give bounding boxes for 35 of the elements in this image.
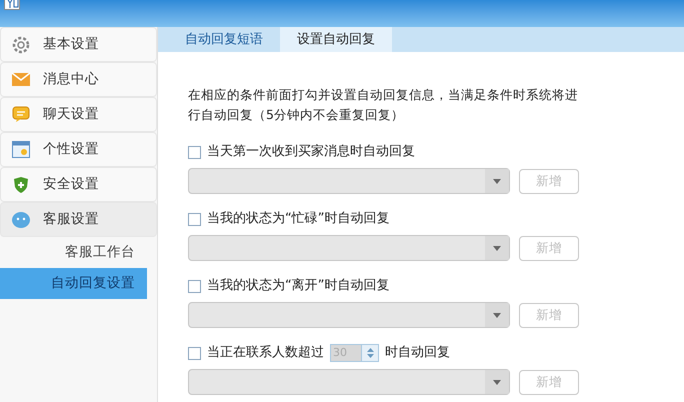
shield-icon xyxy=(13,176,29,194)
sidebar-item[interactable]: 基本设置 xyxy=(0,27,157,62)
reply-dropdown[interactable] xyxy=(188,369,510,395)
caret-icon xyxy=(493,178,501,184)
caret-icon xyxy=(493,246,501,250)
gear-icon xyxy=(12,36,30,54)
chat-icon xyxy=(12,106,30,123)
caret-icon xyxy=(493,380,501,384)
sidebar-item[interactable]: 个性设置 xyxy=(0,132,157,167)
window-icon xyxy=(12,141,30,158)
app-icon xyxy=(4,0,20,10)
reply-dropdown[interactable] xyxy=(188,302,510,328)
checkbox[interactable] xyxy=(188,346,201,360)
checkbox[interactable] xyxy=(188,146,201,158)
sidebar-item[interactable]: 客服设置 xyxy=(0,202,157,237)
envelope-icon xyxy=(12,73,30,86)
reply-dropdown[interactable] xyxy=(188,168,510,194)
condition-label: 当正在联系人数超过 xyxy=(207,344,324,362)
smiley-icon xyxy=(11,210,31,228)
caret-icon xyxy=(493,312,501,318)
condition-label: 时自动回复 xyxy=(385,344,450,362)
reply-dropdown[interactable] xyxy=(188,235,510,261)
checkbox[interactable] xyxy=(188,280,201,292)
condition-label: 当天第一次收到买家消息时自动回复 xyxy=(207,143,415,162)
tab[interactable]: 设置自动回复 xyxy=(280,27,392,52)
tab[interactable]: 自动回复短语 xyxy=(168,27,280,52)
checkbox[interactable] xyxy=(188,212,201,226)
condition-label: 当我的状态为“忙碌”时自动回复 xyxy=(207,210,390,228)
condition-label: 当我的状态为“离开”时自动回复 xyxy=(207,277,390,296)
sidebar-item[interactable]: 安全设置 xyxy=(0,167,157,202)
instruction-text: 在相应的条件前面打勾并设置自动回复信息，当满足条件时系统将进行自动回复（5分钟内不会重复回复） xyxy=(188,86,579,124)
sidebar-item[interactable]: 聊天设置 xyxy=(0,97,157,132)
sidebar-item[interactable]: 消息中心 xyxy=(0,62,157,97)
sidebar-subitem[interactable]: 客服工作台 xyxy=(0,237,147,268)
sidebar-subitem[interactable]: 自动回复设置 xyxy=(0,268,147,299)
